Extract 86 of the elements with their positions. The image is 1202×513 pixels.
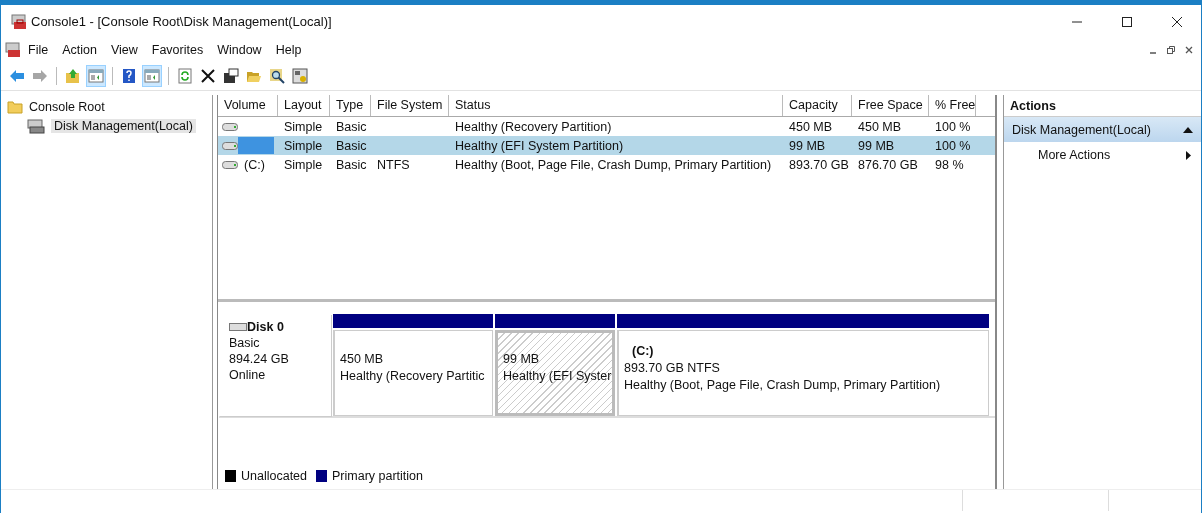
table-row[interactable]: (C:) Simple Basic NTFS Healthy (Boot, Page File, Crash Dump, Primary Partition) 893.70 GB 876.70 GB 98 % bbox=[218, 155, 995, 174]
partition-size: 893.70 GB NTFS bbox=[624, 359, 721, 377]
table-cell: Basic bbox=[336, 138, 367, 153]
table-cell: 98 % bbox=[935, 157, 964, 172]
table-cell: Simple bbox=[284, 138, 323, 153]
table-row[interactable]: Simple Basic Healthy (EFI System Partition) 99 MB 99 MB 100 % bbox=[218, 136, 995, 155]
disk-status: Online bbox=[229, 367, 267, 383]
column-header[interactable]: File System bbox=[371, 95, 449, 116]
maximize-icon[interactable] bbox=[1122, 16, 1132, 27]
legend-label: Primary partition bbox=[332, 469, 423, 483]
drive-icon bbox=[222, 160, 238, 169]
table-cell: Basic bbox=[336, 119, 367, 134]
restore-icon[interactable] bbox=[1167, 46, 1175, 54]
menu-item[interactable]: Action bbox=[55, 43, 104, 57]
pane-toggle-button[interactable] bbox=[86, 65, 106, 87]
properties-icon bbox=[223, 68, 239, 84]
left-arrow-icon bbox=[9, 68, 25, 84]
table-cell: Simple bbox=[284, 157, 323, 172]
menu-item[interactable]: File bbox=[21, 43, 56, 57]
settings-icon bbox=[292, 68, 308, 84]
partition-block[interactable]: 99 MB Healthy (EFI Syster bbox=[495, 330, 615, 416]
table-cell: Basic bbox=[336, 157, 367, 172]
table-cell: 876.70 GB bbox=[858, 157, 918, 172]
drive-icon bbox=[222, 141, 238, 150]
close-icon bbox=[200, 68, 216, 84]
menu-item[interactable]: View bbox=[103, 43, 145, 57]
table-row[interactable]: Simple Basic Healthy (Recovery Partition) 450 MB 450 MB 100 % bbox=[218, 117, 995, 136]
table-cell: NTFS bbox=[377, 157, 410, 172]
column-header[interactable]: Type bbox=[330, 95, 371, 116]
close-icon[interactable] bbox=[1185, 46, 1193, 54]
table-cell: Healthy (Recovery Partition) bbox=[455, 119, 612, 134]
menu-item[interactable]: Favorites bbox=[144, 43, 211, 57]
partition-status: Healthy (EFI Syster bbox=[503, 368, 612, 385]
disk-management-icon bbox=[27, 117, 45, 134]
disk-size: 894.24 GB bbox=[229, 351, 290, 367]
window-title: Console1 - [Console Root\Disk Management(Local)] bbox=[31, 14, 332, 29]
help-icon bbox=[121, 68, 137, 84]
folder-icon bbox=[7, 99, 23, 114]
action-item[interactable]: More Actions bbox=[1004, 142, 1201, 168]
partition-status: Healthy (Boot, Page File, Crash Dump, Primary Partition) bbox=[624, 376, 942, 394]
toolbox-icon bbox=[5, 42, 21, 58]
tree-item[interactable]: Console Root bbox=[1, 97, 212, 116]
refresh-icon bbox=[177, 68, 193, 84]
pane-icon bbox=[88, 68, 104, 84]
table-cell: 99 MB bbox=[858, 138, 895, 153]
table-cell: Healthy (Boot, Page File, Crash Dump, Primary Partition) bbox=[455, 157, 772, 172]
partition-status: Healthy (Recovery Partitic bbox=[340, 368, 486, 385]
toolbox-icon bbox=[11, 13, 27, 30]
drive-icon bbox=[222, 122, 238, 131]
table-cell: 450 MB bbox=[858, 119, 902, 134]
column-header[interactable]: Capacity bbox=[783, 95, 852, 116]
search-icon bbox=[269, 68, 285, 84]
collapse-icon bbox=[1183, 126, 1193, 133]
table-cell: 893.70 GB bbox=[789, 157, 849, 172]
pane-icon bbox=[144, 68, 160, 84]
partition-block[interactable]: 450 MB Healthy (Recovery Partitic bbox=[333, 330, 493, 416]
disk-type: Basic bbox=[229, 335, 261, 351]
partition-block[interactable]: (C:) 893.70 GB NTFS Healthy (Boot, Page File, Crash Dump, Primary Partition) bbox=[617, 330, 989, 416]
table-cell: (C:) bbox=[244, 157, 265, 172]
column-header[interactable]: Status bbox=[449, 95, 783, 116]
menu-item[interactable]: Window bbox=[210, 43, 269, 57]
table-cell: Simple bbox=[284, 119, 323, 134]
column-header[interactable]: Volume bbox=[218, 95, 278, 116]
table-cell: 450 MB bbox=[789, 119, 833, 134]
folder-up-icon bbox=[65, 68, 81, 84]
partition-size: 99 MB bbox=[503, 351, 541, 368]
table-cell: 100 % bbox=[935, 138, 971, 153]
close-icon[interactable] bbox=[1172, 16, 1182, 27]
partition-size: 450 MB bbox=[340, 351, 385, 368]
table-cell: Healthy (EFI System Partition) bbox=[455, 138, 624, 153]
submenu-arrow-icon bbox=[1186, 150, 1191, 160]
column-header[interactable]: Layout bbox=[278, 95, 330, 116]
settings-button[interactable] bbox=[290, 65, 310, 87]
legend-label: Unallocated bbox=[241, 469, 307, 483]
pane-toggle-button[interactable] bbox=[142, 65, 162, 87]
disk-name: Disk 0 bbox=[247, 319, 284, 335]
table-cell: 99 MB bbox=[789, 138, 826, 153]
column-header[interactable]: % Free bbox=[929, 95, 976, 116]
column-header[interactable]: Free Space bbox=[852, 95, 929, 116]
right-arrow-icon bbox=[32, 68, 48, 84]
table-cell: 100 % bbox=[935, 119, 971, 134]
disk-info-panel[interactable]: Disk 0 Basic 894.24 GB Online bbox=[219, 314, 331, 416]
actions-group-header[interactable]: Disk Management(Local) bbox=[1004, 117, 1201, 142]
drive-icon bbox=[229, 323, 247, 331]
partition-label: (C:) bbox=[631, 342, 655, 360]
menu-item[interactable]: Help bbox=[268, 43, 309, 57]
